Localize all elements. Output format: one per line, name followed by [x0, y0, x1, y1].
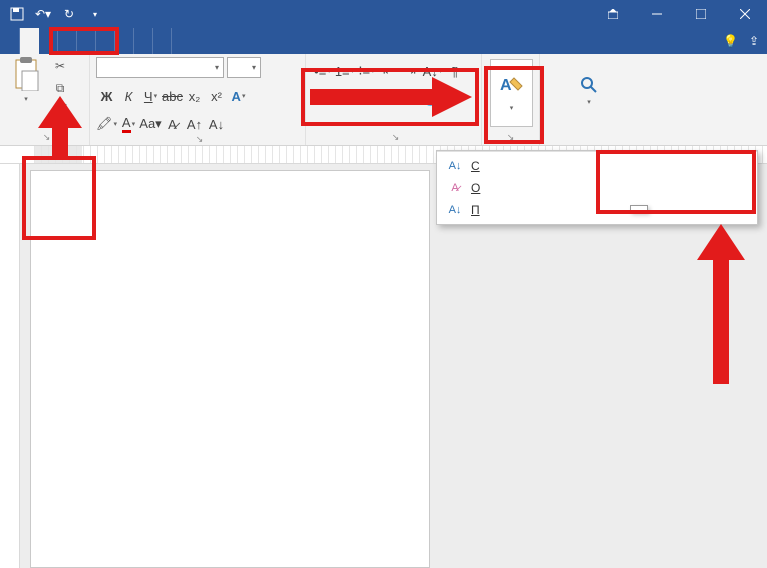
shading-button[interactable]: 🪣 — [422, 89, 443, 109]
tab-mailings[interactable] — [115, 28, 134, 54]
underline-button[interactable]: Ч — [140, 86, 161, 106]
numbering-button[interactable]: 1≡ — [334, 61, 355, 81]
tab-design[interactable] — [58, 28, 77, 54]
italic-button[interactable]: К — [118, 86, 139, 106]
tab-insert[interactable] — [39, 28, 58, 54]
editing-button[interactable]: ▾ — [546, 57, 632, 125]
ribbon-tabs: 💡 ⇪ — [0, 28, 767, 54]
dialog-launcher-icon[interactable]: ↘ — [196, 134, 204, 145]
clear-format-item[interactable]: A̷ О — [437, 177, 757, 199]
sort-button[interactable]: A↓ — [422, 61, 443, 81]
lightbulb-icon: 💡 — [723, 34, 738, 48]
title-right — [581, 0, 767, 28]
create-style-item[interactable]: A↓ С — [437, 155, 757, 177]
close-button[interactable] — [725, 0, 765, 28]
dialog-launcher-icon[interactable]: ↘ — [43, 132, 51, 143]
tab-references[interactable] — [96, 28, 115, 54]
strikethrough-button[interactable]: abc — [162, 86, 183, 106]
dialog-launcher-icon[interactable]: ↘ — [507, 132, 515, 143]
tell-me[interactable]: 💡 — [723, 34, 741, 48]
font-size-select[interactable]: ▾ — [227, 57, 261, 78]
vertical-ruler[interactable] — [0, 164, 20, 568]
clear-formatting-button[interactable]: A̷ — [162, 114, 183, 134]
grow-font-button[interactable]: A↑ — [184, 114, 205, 134]
multilevel-button[interactable]: ⁝≡ — [356, 61, 377, 81]
group-font: ▾ ▾ Ж К Ч abc x₂ x² A 🖍 A Aa▾ A̷ A↑ A↓ ↘ — [90, 54, 306, 145]
qat-customize-icon[interactable]: ▾ — [84, 3, 106, 25]
create-style-icon: A↓ — [447, 160, 463, 172]
svg-text:A: A — [500, 77, 512, 94]
style-tooltip — [630, 205, 648, 213]
share-icon[interactable]: ⇪ — [749, 34, 759, 48]
increase-indent-button[interactable]: ⇥ — [400, 61, 421, 81]
text-effects-button[interactable]: A — [228, 86, 249, 106]
ribbon: ▾ ✂ ⧉ 🖌 ↘ ▾ ▾ Ж К Ч abc x₂ x² A — [0, 54, 767, 146]
group-editing: ▾ — [540, 54, 640, 145]
format-painter-icon[interactable]: 🖌 — [50, 101, 70, 119]
paste-button[interactable]: ▾ — [6, 57, 46, 103]
cut-icon[interactable]: ✂ — [50, 57, 70, 75]
clear-format-icon: A̷ — [447, 182, 463, 194]
maximize-button[interactable] — [681, 0, 721, 28]
tab-home[interactable] — [20, 28, 39, 54]
undo-icon[interactable]: ↶▾ — [32, 3, 54, 25]
styles-button[interactable]: A ▾ — [490, 59, 533, 127]
title-bar: ↶▾ ↻ ▾ — [0, 0, 767, 28]
redo-icon[interactable]: ↻ — [58, 3, 80, 25]
tab-view[interactable] — [153, 28, 172, 54]
group-styles: A ▾ ↘ — [482, 54, 540, 145]
align-center-button[interactable]: ≡ — [334, 89, 355, 109]
superscript-button[interactable]: x² — [206, 86, 227, 106]
change-case-button[interactable]: Aa▾ — [140, 114, 161, 134]
tab-review[interactable] — [134, 28, 153, 54]
font-family-select[interactable]: ▾ — [96, 57, 224, 78]
borders-button[interactable]: ⊞ — [444, 89, 465, 109]
bold-button[interactable]: Ж — [96, 86, 117, 106]
justify-button[interactable]: ≡ — [378, 89, 399, 109]
align-right-button[interactable]: ≡ — [356, 89, 377, 109]
subscript-button[interactable]: x₂ — [184, 86, 205, 106]
font-color-button[interactable]: A — [118, 114, 139, 134]
tab-layout[interactable] — [77, 28, 96, 54]
apply-styles-item[interactable]: A↓ П — [437, 199, 757, 221]
align-left-button[interactable]: ≡ — [312, 89, 333, 109]
dialog-launcher-icon[interactable]: ↘ — [392, 132, 400, 143]
decrease-indent-button[interactable]: ⇤ — [378, 61, 399, 81]
ribbon-display-icon[interactable] — [593, 0, 633, 28]
shrink-font-button[interactable]: A↓ — [206, 114, 227, 134]
save-icon[interactable] — [6, 3, 28, 25]
group-clipboard: ▾ ✂ ⧉ 🖌 ↘ — [0, 54, 90, 145]
apply-styles-icon: A↓ — [447, 204, 463, 216]
quick-access-toolbar: ↶▾ ↻ ▾ — [0, 3, 112, 25]
tab-file[interactable] — [0, 28, 20, 54]
copy-icon[interactable]: ⧉ — [50, 79, 70, 97]
show-marks-button[interactable]: ¶ — [444, 61, 465, 81]
group-paragraph: •≡ 1≡ ⁝≡ ⇤ ⇥ A↓ ¶ ≡ ≡ ≡ ≡ ↕≡ 🪣 ⊞ ↘ — [306, 54, 482, 145]
bullets-button[interactable]: •≡ — [312, 61, 333, 81]
page[interactable] — [30, 170, 430, 568]
minimize-button[interactable] — [637, 0, 677, 28]
line-spacing-button[interactable]: ↕≡ — [400, 89, 421, 109]
styles-gallery: A↓ С A̷ О A↓ П — [436, 150, 758, 225]
highlight-button[interactable]: 🖍 — [96, 114, 117, 134]
